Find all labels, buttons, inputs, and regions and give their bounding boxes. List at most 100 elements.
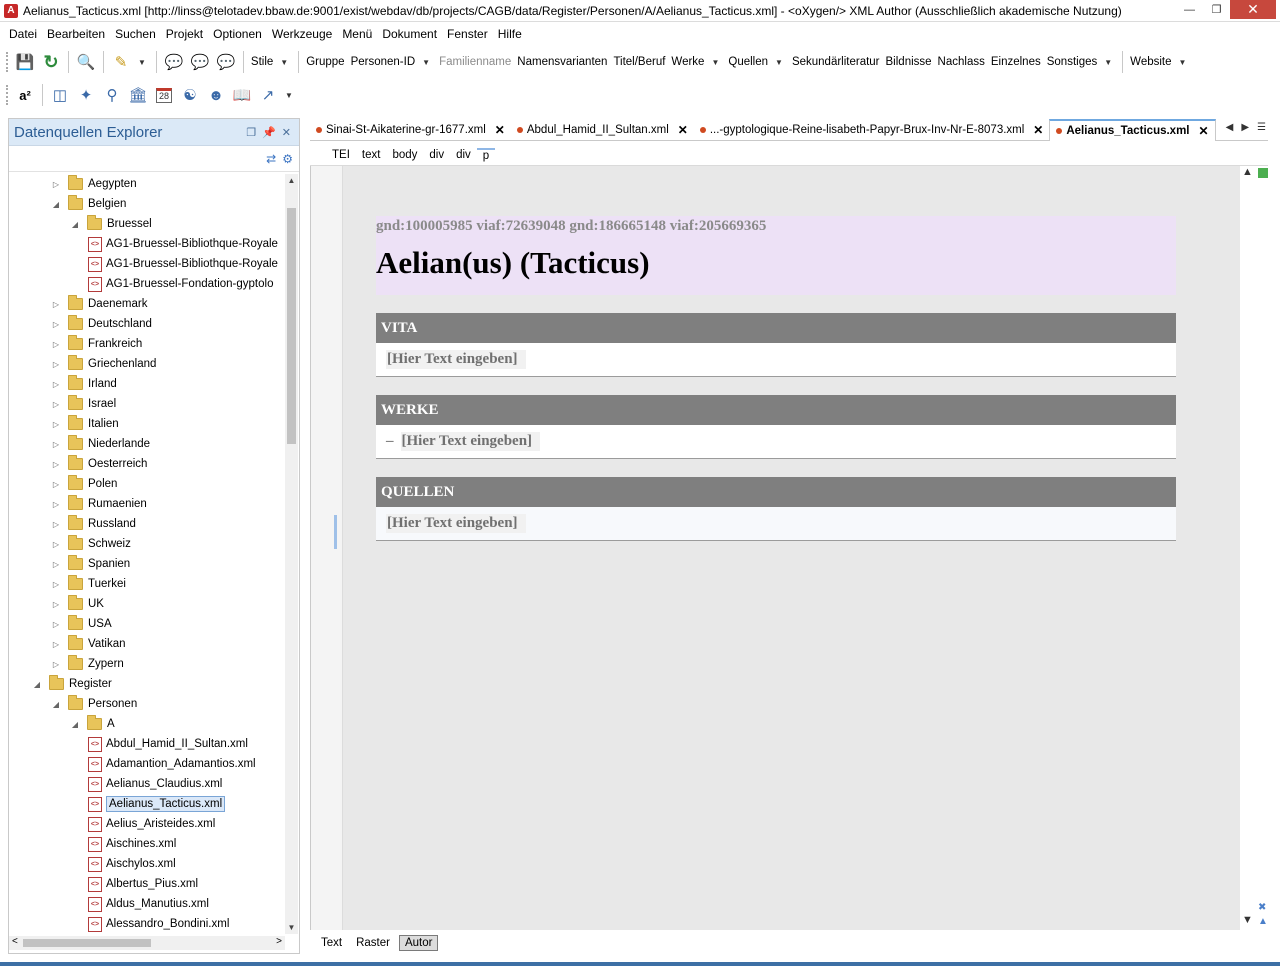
explorer-horizontal-scrollbar[interactable]: < > (9, 936, 285, 950)
group-icon[interactable]: ☯ (177, 82, 203, 108)
tree-folder[interactable]: ▷ Oesterreich (50, 454, 147, 474)
collapse-icon[interactable]: ◢ (50, 700, 62, 709)
menu-projekt[interactable]: Projekt (161, 27, 208, 41)
previous-problem-icon[interactable]: ✖ (1258, 902, 1266, 913)
scrollbar-thumb[interactable] (23, 939, 151, 947)
scroll-up-icon[interactable]: ▲ (1242, 166, 1253, 178)
save-icon[interactable]: 💾 (12, 49, 38, 75)
tree-folder[interactable]: ▷ Spanien (50, 554, 130, 574)
expand-icon[interactable]: ▷ (50, 640, 62, 649)
location-pin-icon[interactable]: ⚲ (99, 82, 125, 108)
stile-menu[interactable]: Stile (248, 56, 276, 68)
tree-folder[interactable]: ▷ Zypern (50, 654, 124, 674)
editor-tab[interactable]: ...-gyptologique-Reine-lisabeth-Papyr-Br… (694, 119, 1050, 141)
connection-icon[interactable]: ✦ (73, 82, 99, 108)
mode-raster[interactable]: Raster (351, 936, 395, 950)
namensvarianten-button[interactable]: Namensvarianten (514, 56, 610, 68)
scroll-up-icon[interactable]: ▲ (285, 176, 298, 185)
tree-file[interactable]: <> Aelianus_Claudius.xml (88, 774, 222, 794)
tree-folder[interactable]: ▷ Vatikan (50, 634, 126, 654)
tree-folder[interactable]: ▷ Deutschland (50, 314, 152, 334)
scroll-down-icon[interactable]: ▼ (285, 923, 298, 932)
tree-file[interactable]: <> Aischylos.xml (88, 854, 176, 874)
expand-icon[interactable]: ▷ (50, 460, 62, 469)
external-link-icon[interactable]: ↗ (255, 82, 281, 108)
scroll-down-icon[interactable]: ▼ (1242, 914, 1253, 926)
website-button[interactable]: Website (1127, 56, 1174, 68)
mode-autor[interactable]: Autor (398, 935, 439, 951)
next-problem-icon[interactable]: ▲ (1258, 916, 1268, 927)
expand-icon[interactable]: ▷ (50, 340, 62, 349)
expand-icon[interactable]: ▷ (50, 420, 62, 429)
menu-suchen[interactable]: Suchen (110, 27, 161, 41)
tree-file[interactable]: <> Abdul_Hamid_II_Sultan.xml (88, 734, 248, 754)
collapse-icon[interactable]: ◢ (50, 200, 62, 209)
tree-folder[interactable]: ◢ Belgien (50, 194, 126, 214)
text-placeholder[interactable]: [Hier Text eingeben] (386, 514, 526, 533)
column-icon[interactable]: ◫ (47, 82, 73, 108)
tree-file[interactable]: <> AG1-Bruessel-Bibliothque-Royale (88, 234, 278, 254)
tree-folder[interactable]: ▷ Aegypten (50, 174, 137, 194)
expand-icon[interactable]: ▷ (50, 660, 62, 669)
mode-text[interactable]: Text (316, 936, 347, 950)
tree-file[interactable]: <> Alessandro_Bondini.xml (88, 914, 229, 934)
werke-button[interactable]: Werke (668, 56, 707, 68)
tree-file[interactable]: <> Aelianus_Tacticus.xml (88, 794, 226, 814)
breadcrumb-item[interactable]: div (450, 149, 477, 161)
close-tab-icon[interactable]: ✕ (678, 123, 688, 137)
collapse-icon[interactable]: ◢ (69, 220, 81, 229)
menu-bearbeiten[interactable]: Bearbeiten (42, 27, 110, 41)
close-tab-icon[interactable]: ✕ (1033, 123, 1043, 137)
expand-icon[interactable]: ▷ (50, 320, 62, 329)
scroll-right-icon[interactable]: > (276, 936, 282, 947)
tree-file[interactable]: <> AG1-Bruessel-Bibliothque-Royale (88, 254, 278, 274)
collapse-icon[interactable]: ◢ (31, 680, 43, 689)
gruppe-button[interactable]: Gruppe (303, 56, 347, 68)
tree-file[interactable]: <> Aelius_Aristeides.xml (88, 814, 215, 834)
nachlass-button[interactable]: Nachlass (935, 56, 988, 68)
institution-icon[interactable]: 🏛 (125, 82, 151, 108)
werke-dropdown[interactable]: ▼ (711, 58, 719, 67)
breadcrumb-item[interactable]: div (423, 149, 450, 161)
breadcrumb-item[interactable]: p (476, 147, 496, 162)
expand-icon[interactable]: ▷ (50, 180, 62, 189)
book-icon[interactable]: 📖 (229, 82, 255, 108)
tab-next-icon[interactable]: ▶ (1241, 122, 1249, 133)
tree-folder[interactable]: ▷ Israel (50, 394, 116, 414)
author-editor[interactable]: gnd:100005985 viaf:72639048 gnd:18666514… (310, 166, 1240, 930)
person-icon[interactable]: ☻ (203, 82, 229, 108)
menu-werkzeuge[interactable]: Werkzeuge (267, 27, 337, 41)
editor-tab[interactable]: Sinai-St-Aikaterine-gr-1677.xml ✕ (310, 119, 511, 141)
tree-folder[interactable]: ▷ Niederlande (50, 434, 150, 454)
remove-comment-icon[interactable]: 💬 (213, 49, 239, 75)
expand-icon[interactable]: ▷ (50, 500, 62, 509)
breadcrumb-item[interactable]: text (356, 149, 387, 161)
expand-icon[interactable]: ▷ (50, 380, 62, 389)
tree-folder[interactable]: ▷ Griechenland (50, 354, 156, 374)
menu-fenster[interactable]: Fenster (442, 27, 493, 41)
titel-beruf-button[interactable]: Titel/Beruf (610, 56, 668, 68)
menu-datei[interactable]: Datei (4, 27, 42, 41)
add-comment-icon[interactable]: 💬 (161, 49, 187, 75)
breadcrumb-item[interactable]: body (386, 149, 423, 161)
track-changes-dropdown[interactable]: ▼ (138, 58, 146, 67)
tree-folder[interactable]: ▷ USA (50, 614, 112, 634)
expand-icon[interactable]: ▷ (50, 560, 62, 569)
expand-icon[interactable]: ▷ (50, 360, 62, 369)
expand-icon[interactable]: ▷ (50, 400, 62, 409)
explorer-vertical-scrollbar[interactable]: ▲ ▼ (285, 174, 298, 934)
tree-folder[interactable]: ▷ Schweiz (50, 534, 131, 554)
tree-folder[interactable]: ▷ Irland (50, 374, 117, 394)
tree-folder[interactable]: ▷ Italien (50, 414, 119, 434)
person-ids[interactable]: gnd:100005985 viaf:72639048 gnd:18666514… (376, 216, 1176, 235)
pin-icon[interactable]: 📌 (262, 126, 276, 139)
calendar-icon[interactable]: 28 (156, 87, 172, 103)
scrollbar-thumb[interactable] (287, 208, 296, 444)
menu-optionen[interactable]: Optionen (208, 27, 267, 41)
tree-folder[interactable]: ▷ Russland (50, 514, 136, 534)
website-dropdown[interactable]: ▼ (1179, 58, 1187, 67)
personen-id-dropdown[interactable]: ▼ (422, 58, 430, 67)
expand-icon[interactable]: ▷ (50, 440, 62, 449)
einzelnes-button[interactable]: Einzelnes (988, 56, 1044, 68)
close-window-button[interactable]: ✕ (1230, 0, 1276, 19)
